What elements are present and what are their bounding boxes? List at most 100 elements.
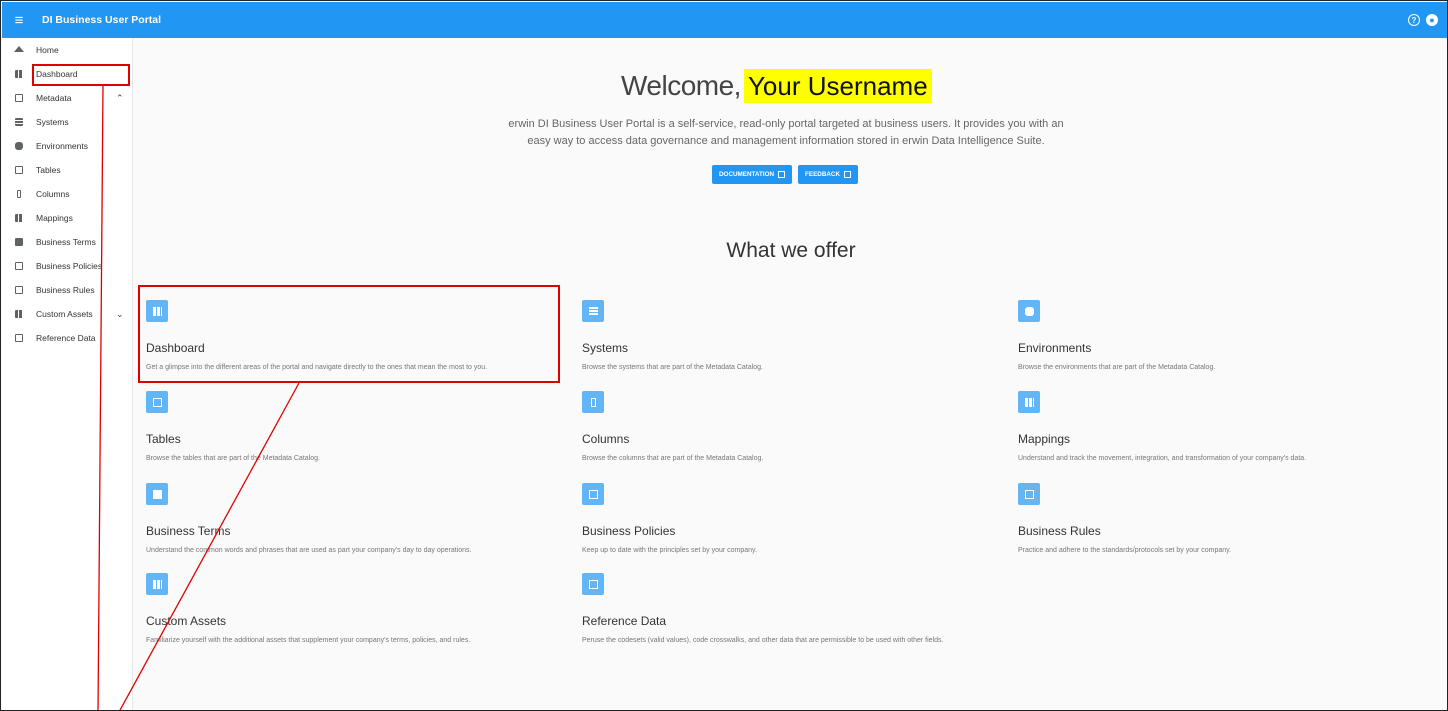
sidebar-item-business-rules[interactable]: Business Rules bbox=[2, 278, 132, 302]
card-description: Browse the columns that are part of the … bbox=[582, 455, 764, 462]
card-title: Columns bbox=[582, 432, 630, 446]
sidebar-item-metadata[interactable]: Metadata ⌃ bbox=[2, 86, 132, 110]
sidebar-item-mappings[interactable]: Mappings bbox=[2, 206, 132, 230]
mappings-icon bbox=[1018, 391, 1040, 413]
card-description: Understand the common words and phrases … bbox=[146, 547, 472, 554]
business-rules-icon bbox=[1018, 483, 1040, 505]
username: Your Username bbox=[743, 69, 932, 103]
business-terms-icon bbox=[15, 238, 23, 246]
columns-icon bbox=[582, 391, 604, 413]
environments-icon bbox=[15, 142, 23, 150]
card-title: Systems bbox=[582, 341, 629, 355]
custom-assets-icon bbox=[15, 310, 23, 318]
card-description: Browse the environments that are part of… bbox=[1018, 364, 1216, 371]
sidebar-item-label: Systems bbox=[36, 117, 69, 127]
environments-icon bbox=[1018, 300, 1040, 322]
app-header: ≡ DI Business User Portal ? ● bbox=[2, 2, 1447, 38]
documentation-button[interactable]: DOCUMENTATION bbox=[712, 165, 793, 184]
card-description: Understand and track the movement, integ… bbox=[1018, 455, 1307, 462]
business-policies-icon bbox=[15, 262, 23, 270]
card-description: Keep up to date with the principles set … bbox=[582, 547, 757, 554]
feedback-button[interactable]: FEEDBACK bbox=[798, 165, 859, 184]
business-rules-icon bbox=[15, 286, 23, 294]
external-link-icon bbox=[778, 171, 786, 178]
card-business-terms[interactable]: Business Terms Understand the common wor… bbox=[146, 483, 566, 556]
sidebar-item-tables[interactable]: Tables bbox=[2, 158, 132, 182]
sidebar-item-columns[interactable]: Columns bbox=[2, 182, 132, 206]
chevron-down-icon[interactable]: ⌄ bbox=[116, 302, 124, 326]
welcome-heading: Welcome, Your Username bbox=[621, 67, 1087, 105]
card-title: Tables bbox=[146, 432, 181, 446]
sidebar-item-label: Environments bbox=[36, 141, 88, 151]
sidebar-item-label: Columns bbox=[36, 189, 70, 199]
home-icon bbox=[14, 46, 24, 52]
card-custom-assets[interactable]: Custom Assets Familiarize yourself with … bbox=[146, 573, 566, 646]
card-description: Browse the tables that are part of the M… bbox=[146, 455, 320, 462]
sidebar-item-home[interactable]: Home bbox=[2, 38, 132, 62]
tables-icon bbox=[146, 391, 168, 413]
external-link-icon bbox=[844, 171, 852, 178]
card-title: Reference Data bbox=[582, 614, 667, 628]
card-description: Peruse the codesets (valid values), code… bbox=[582, 637, 944, 644]
systems-icon bbox=[582, 300, 604, 322]
sidebar: Home Dashboard Metadata ⌃ Systems Enviro… bbox=[2, 38, 133, 710]
sidebar-item-environments[interactable]: Environments bbox=[2, 134, 132, 158]
card-description: Browse the systems that are part of the … bbox=[582, 364, 763, 371]
dashboard-icon bbox=[15, 70, 23, 78]
card-tables[interactable]: Tables Browse the tables that are part o… bbox=[146, 391, 566, 464]
offer-heading: What we offer bbox=[726, 239, 856, 262]
sidebar-item-label: Metadata bbox=[36, 93, 72, 103]
card-reference-data[interactable]: Reference Data Peruse the codesets (vali… bbox=[582, 573, 1002, 646]
sidebar-item-label: Business Policies bbox=[36, 261, 103, 271]
columns-icon bbox=[17, 190, 21, 198]
documentation-label: DOCUMENTATION bbox=[719, 171, 775, 178]
card-mappings[interactable]: Mappings Understand and track the moveme… bbox=[1018, 391, 1438, 464]
card-business-rules[interactable]: Business Rules Practice and adhere to th… bbox=[1018, 483, 1438, 556]
card-systems[interactable]: Systems Browse the systems that are part… bbox=[582, 300, 1002, 373]
card-title: Business Rules bbox=[1018, 524, 1101, 538]
tables-icon bbox=[15, 166, 23, 174]
sidebar-item-label: Home bbox=[36, 45, 59, 55]
card-title: Business Terms bbox=[146, 524, 231, 538]
mappings-icon bbox=[15, 214, 23, 222]
business-terms-icon bbox=[146, 483, 168, 505]
sidebar-item-label: Custom Assets bbox=[36, 309, 93, 319]
custom-assets-icon bbox=[146, 573, 168, 595]
sidebar-item-label: Business Rules bbox=[36, 285, 95, 295]
app-title: DI Business User Portal bbox=[42, 14, 162, 26]
card-columns[interactable]: Columns Browse the columns that are part… bbox=[582, 391, 1002, 464]
card-description: Familiarize yourself with the additional… bbox=[146, 637, 471, 644]
sidebar-item-label: Reference Data bbox=[36, 333, 96, 343]
sidebar-item-reference-data[interactable]: Reference Data bbox=[2, 326, 132, 350]
sidebar-item-label: Business Terms bbox=[36, 237, 96, 247]
welcome-prefix: Welcome, bbox=[621, 70, 741, 101]
reference-data-icon bbox=[582, 573, 604, 595]
sidebar-item-business-terms[interactable]: Business Terms bbox=[2, 230, 132, 254]
sidebar-item-business-policies[interactable]: Business Policies bbox=[2, 254, 132, 278]
intro-line: easy way to access data governance and m… bbox=[527, 135, 1045, 147]
screenshot-frame: ≡ DI Business User Portal ? ● Home Dashb… bbox=[0, 0, 1448, 711]
sidebar-item-label: Tables bbox=[36, 165, 61, 175]
systems-icon bbox=[15, 118, 23, 126]
sidebar-item-label: Mappings bbox=[36, 213, 73, 223]
card-business-policies[interactable]: Business Policies Keep up to date with t… bbox=[582, 483, 1002, 556]
reference-data-icon bbox=[15, 334, 23, 342]
intro-line: erwin DI Business User Portal is a self-… bbox=[508, 118, 1064, 130]
menu-icon[interactable]: ≡ bbox=[2, 2, 36, 38]
sidebar-item-systems[interactable]: Systems bbox=[2, 110, 132, 134]
sidebar-item-custom-assets[interactable]: Custom Assets ⌄ bbox=[2, 302, 132, 326]
feedback-label: FEEDBACK bbox=[805, 171, 841, 178]
intro-text: erwin DI Business User Portal is a self-… bbox=[471, 116, 1101, 150]
sidebar-dashboard-highlight bbox=[32, 64, 130, 86]
card-dashboard-highlight bbox=[138, 285, 560, 383]
account-icon[interactable]: ● bbox=[1426, 14, 1438, 26]
card-environments[interactable]: Environments Browse the environments tha… bbox=[1018, 300, 1438, 373]
card-title: Business Policies bbox=[582, 524, 676, 538]
chevron-up-icon[interactable]: ⌃ bbox=[116, 86, 124, 110]
help-icon[interactable]: ? bbox=[1408, 14, 1420, 26]
card-description: Practice and adhere to the standards/pro… bbox=[1018, 547, 1232, 554]
card-title: Custom Assets bbox=[146, 614, 227, 628]
metadata-icon bbox=[15, 94, 23, 102]
business-policies-icon bbox=[582, 483, 604, 505]
card-title: Environments bbox=[1018, 341, 1092, 355]
